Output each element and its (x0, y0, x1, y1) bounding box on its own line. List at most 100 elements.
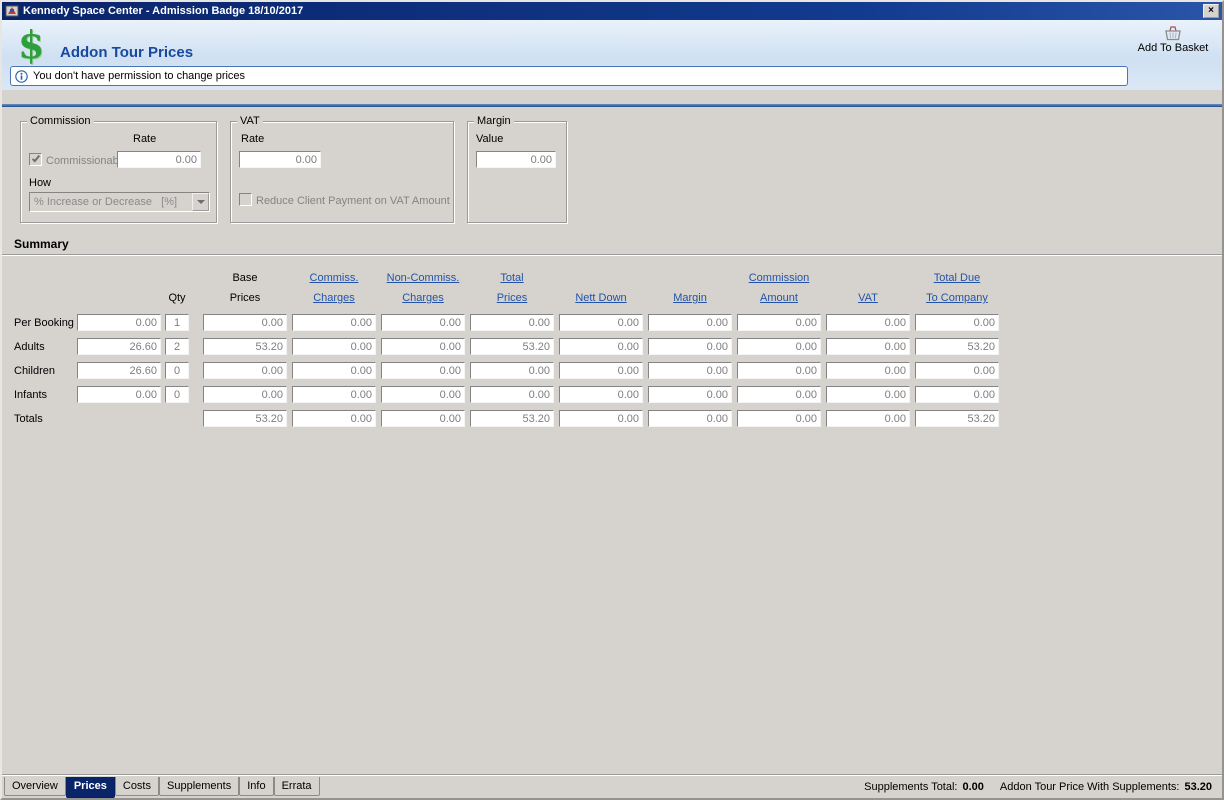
commiss-charges-input[interactable] (292, 314, 376, 331)
margin-total[interactable] (648, 410, 732, 427)
commission-rate-label: Rate (133, 133, 157, 145)
commission-how-value: % Increase or Decrease [%] (34, 196, 178, 208)
total-prices-total[interactable] (470, 410, 554, 427)
col-header-total-due[interactable]: Total Due (915, 272, 999, 284)
margin-input[interactable] (648, 386, 732, 403)
total-due-input[interactable] (915, 314, 999, 331)
margin-value-input[interactable] (476, 151, 556, 168)
commission-group-title: Commission (27, 115, 94, 127)
commission-amount-input[interactable] (737, 338, 821, 355)
supplements-total-label: Supplements Total: (864, 781, 958, 793)
total-prices-input[interactable] (470, 338, 554, 355)
nett-down-total[interactable] (559, 410, 643, 427)
commissionable-checkbox[interactable] (29, 153, 42, 166)
col-header-nett-down[interactable]: Nett Down (559, 292, 643, 304)
add-to-basket-button[interactable]: Add To Basket (1134, 24, 1212, 54)
base-prices-input[interactable] (203, 314, 287, 331)
nett-down-input[interactable] (559, 362, 643, 379)
vat-group: VAT Rate Reduce Client Payment on VAT Am… (230, 115, 454, 223)
titlebar: Kennedy Space Center - Admission Badge 1… (2, 2, 1222, 20)
vat-input[interactable] (826, 386, 910, 403)
total-due-input[interactable] (915, 362, 999, 379)
qty-input[interactable] (165, 386, 189, 403)
tab-supplements[interactable]: Supplements (159, 777, 240, 796)
info-bar: You don't have permission to change pric… (10, 66, 1128, 86)
price-input[interactable] (77, 338, 161, 355)
tab-costs[interactable]: Costs (114, 777, 159, 796)
commiss-charges-input[interactable] (292, 386, 376, 403)
addon-price-value: 53.20 (1184, 781, 1212, 793)
reduce-client-payment-label: Reduce Client Payment on VAT Amount (256, 195, 450, 207)
commission-amount-total[interactable] (737, 410, 821, 427)
vat-total[interactable] (826, 410, 910, 427)
total-prices-input[interactable] (470, 362, 554, 379)
tab-errata[interactable]: Errata (273, 777, 320, 796)
non-commiss-charges-total[interactable] (381, 410, 465, 427)
col-header-commiss-charges[interactable]: Commiss. (292, 272, 376, 284)
total-due-total[interactable] (915, 410, 999, 427)
non-commiss-charges-input[interactable] (381, 362, 465, 379)
price-input[interactable] (77, 314, 161, 331)
base-prices-input[interactable] (203, 362, 287, 379)
col-header-non-commiss-charges-2[interactable]: Charges (381, 292, 465, 304)
nett-down-input[interactable] (559, 386, 643, 403)
base-prices-input[interactable] (203, 338, 287, 355)
vat-rate-input[interactable] (239, 151, 321, 168)
col-header-commission-amount[interactable]: Commission (737, 272, 821, 284)
margin-input[interactable] (648, 314, 732, 331)
col-header-commission-amount-2[interactable]: Amount (737, 292, 821, 304)
col-header-qty: Qty (168, 292, 186, 304)
vat-input[interactable] (826, 362, 910, 379)
base-prices-input[interactable] (203, 386, 287, 403)
table-row-per-booking: Per Booking (14, 314, 1222, 331)
commission-how-dropdown[interactable]: % Increase or Decrease [%] (29, 192, 210, 212)
summary-table: Base Commiss. Non-Commiss. Total Commiss… (14, 270, 1222, 427)
margin-input[interactable] (648, 338, 732, 355)
nett-down-input[interactable] (559, 338, 643, 355)
tab-prices[interactable]: Prices (65, 777, 115, 798)
non-commiss-charges-input[interactable] (381, 386, 465, 403)
commiss-charges-input[interactable] (292, 338, 376, 355)
commiss-charges-total[interactable] (292, 410, 376, 427)
price-input[interactable] (77, 362, 161, 379)
col-header-total-prices[interactable]: Total (470, 272, 554, 284)
total-prices-input[interactable] (470, 314, 554, 331)
price-input[interactable] (77, 386, 161, 403)
col-header-non-commiss-charges[interactable]: Non-Commiss. (381, 272, 465, 284)
col-header-vat[interactable]: VAT (826, 292, 910, 304)
commission-how-label: How (29, 177, 52, 189)
table-row-adults: Adults (14, 338, 1222, 355)
qty-input[interactable] (165, 314, 189, 331)
vat-input[interactable] (826, 314, 910, 331)
nett-down-input[interactable] (559, 314, 643, 331)
commission-amount-input[interactable] (737, 386, 821, 403)
col-header-margin[interactable]: Margin (648, 292, 732, 304)
qty-input[interactable] (165, 338, 189, 355)
status-bar: Supplements Total: 0.00 Addon Tour Price… (864, 777, 1222, 793)
base-prices-total[interactable] (203, 410, 287, 427)
close-button[interactable]: × (1203, 4, 1219, 18)
row-label: Adults (14, 340, 45, 353)
tab-overview[interactable]: Overview (4, 777, 66, 796)
commiss-charges-input[interactable] (292, 362, 376, 379)
window: Kennedy Space Center - Admission Badge 1… (0, 0, 1224, 800)
total-prices-input[interactable] (470, 386, 554, 403)
tab-info[interactable]: Info (239, 777, 274, 796)
dropdown-button[interactable] (192, 193, 209, 211)
dollar-icon: $ (18, 22, 45, 67)
reduce-client-payment-checkbox[interactable] (239, 193, 252, 206)
total-due-input[interactable] (915, 386, 999, 403)
col-header-total-prices-2[interactable]: Prices (470, 292, 554, 304)
non-commiss-charges-input[interactable] (381, 338, 465, 355)
total-due-input[interactable] (915, 338, 999, 355)
row-label: Per Booking (14, 316, 74, 329)
qty-input[interactable] (165, 362, 189, 379)
margin-input[interactable] (648, 362, 732, 379)
col-header-to-company[interactable]: To Company (915, 292, 999, 304)
commission-rate-input[interactable] (117, 151, 201, 168)
commission-amount-input[interactable] (737, 314, 821, 331)
non-commiss-charges-input[interactable] (381, 314, 465, 331)
col-header-commiss-charges-2[interactable]: Charges (292, 292, 376, 304)
vat-input[interactable] (826, 338, 910, 355)
commission-amount-input[interactable] (737, 362, 821, 379)
